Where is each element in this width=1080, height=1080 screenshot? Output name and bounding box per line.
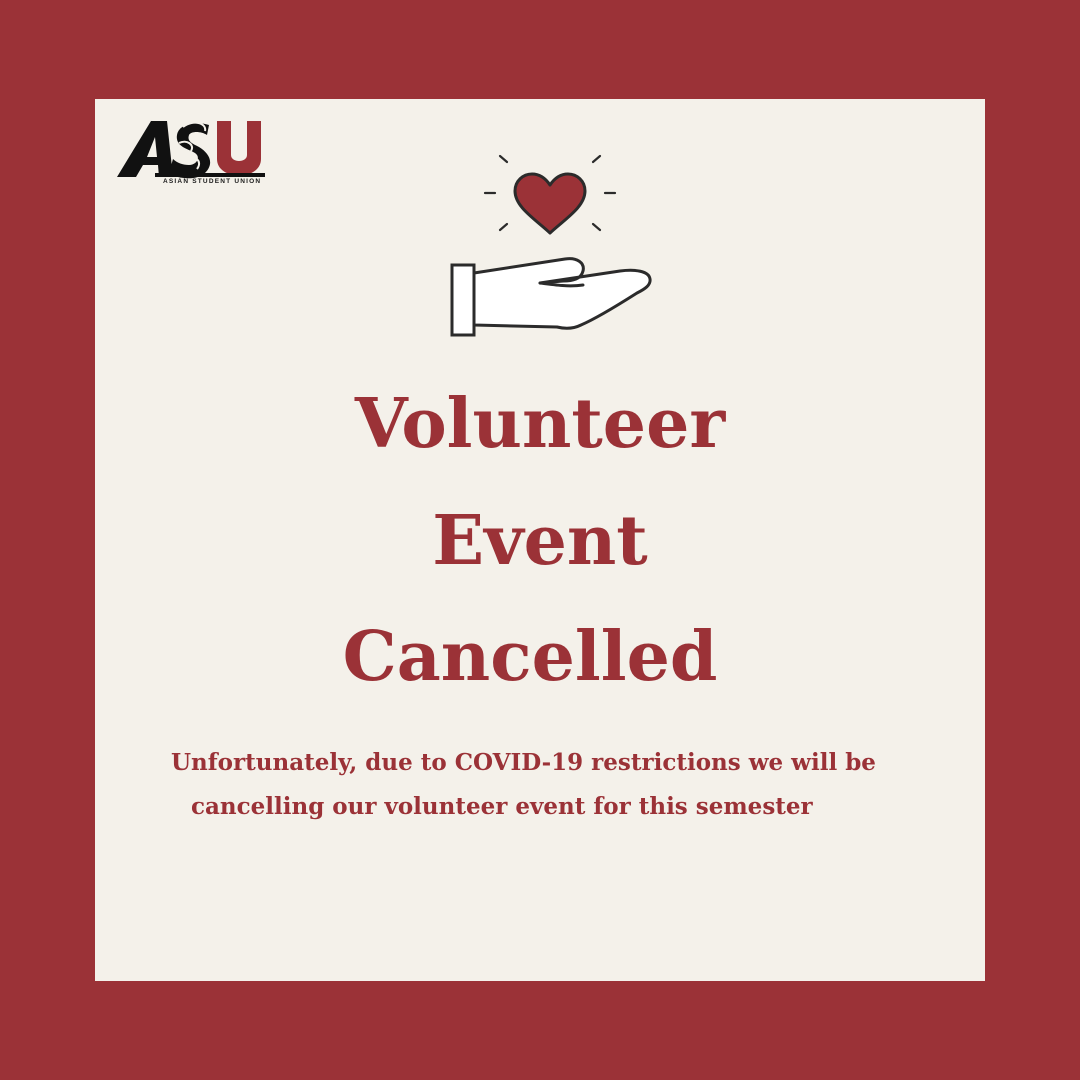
poster-card: ASIAN STUDENT UNION Volunteer Event Canc… xyxy=(95,99,985,981)
title-line-event: Event xyxy=(432,501,648,581)
logo-caption: ASIAN STUDENT UNION xyxy=(163,178,262,185)
message-line-1: Unfortunately, due to COVID-19 restricti… xyxy=(171,749,876,776)
logo-letter-s xyxy=(169,123,211,179)
open-hand-icon xyxy=(472,257,652,330)
giving-hand-illustration xyxy=(445,147,665,347)
heart-icon xyxy=(513,172,587,235)
logo-underline xyxy=(155,173,265,177)
hand-cuff xyxy=(450,263,476,337)
title-line-volunteer: Volunteer xyxy=(354,384,726,464)
asu-logo: ASIAN STUDENT UNION xyxy=(117,119,267,189)
asu-logo-icon xyxy=(117,121,265,179)
message-line-2: cancelling our volunteer event for this … xyxy=(191,793,813,820)
logo-letter-a xyxy=(117,121,173,177)
title-line-cancelled: Cancelled xyxy=(342,617,718,697)
logo-letter-u xyxy=(217,121,261,176)
